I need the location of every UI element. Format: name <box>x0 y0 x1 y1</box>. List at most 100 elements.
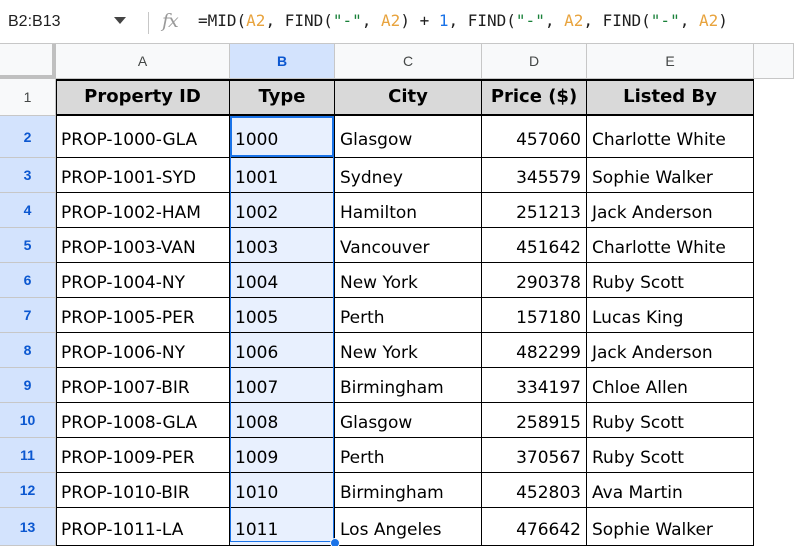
cell-property-id[interactable]: PROP-1008-GLA <box>56 403 230 438</box>
cell-type[interactable]: 1009 <box>230 438 335 473</box>
formula-token: A2 <box>698 11 719 30</box>
formula-token: "-" <box>332 11 362 30</box>
cell-property-id[interactable]: PROP-1003-VAN <box>56 228 230 263</box>
formula-bar: B2:B13 fx =MID(A2, FIND("-", A2) + 1, FI… <box>0 0 794 44</box>
cell-property-id[interactable]: PROP-1007-BIR <box>56 368 230 403</box>
cell-type[interactable]: 1011 <box>230 508 335 546</box>
cell-property-id[interactable]: PROP-1000-GLA <box>56 116 230 158</box>
column-header-e[interactable]: E <box>587 44 754 79</box>
row-header-7[interactable]: 7 <box>0 298 56 333</box>
cell-city[interactable]: Perth <box>335 438 482 473</box>
cell-price[interactable]: 290378 <box>482 263 587 298</box>
cell-type[interactable]: 1005 <box>230 298 335 333</box>
cell-type[interactable]: 1004 <box>230 263 335 298</box>
cell-type[interactable]: 1008 <box>230 403 335 438</box>
header-cell-type[interactable]: Type <box>230 79 335 116</box>
cell-price[interactable]: 258915 <box>482 403 587 438</box>
cell-price[interactable]: 457060 <box>482 116 587 158</box>
cell-property-id[interactable]: PROP-1009-PER <box>56 438 230 473</box>
column-header-b[interactable]: B <box>230 44 335 79</box>
cell-type[interactable]: 1001 <box>230 158 335 193</box>
row-header-2[interactable]: 2 <box>0 116 56 158</box>
row-header-8[interactable]: 8 <box>0 333 56 368</box>
column-header-c[interactable]: C <box>335 44 482 79</box>
formula-input[interactable]: =MID(A2, FIND("-", A2) + 1, FIND("-", A2… <box>198 11 794 30</box>
cell-listed-by[interactable]: Sophie Walker <box>587 508 754 546</box>
cell-city[interactable]: Birmingham <box>335 473 482 508</box>
column-header-overflow <box>754 44 794 79</box>
row-header-12[interactable]: 12 <box>0 473 56 508</box>
cell-type[interactable]: 1003 <box>230 228 335 263</box>
formula-token: A2 <box>381 11 401 30</box>
cell-city[interactable]: Glasgow <box>335 403 482 438</box>
row-header-13[interactable]: 13 <box>0 508 56 546</box>
header-cell-price[interactable]: Price ($) <box>482 79 587 116</box>
formula-token: A2 <box>246 11 266 30</box>
cell-city[interactable]: Birmingham <box>335 368 482 403</box>
cell-property-id[interactable]: PROP-1011-LA <box>56 508 230 546</box>
cell-city[interactable]: Perth <box>335 298 482 333</box>
cell-price[interactable]: 451642 <box>482 228 587 263</box>
cell-price[interactable]: 157180 <box>482 298 587 333</box>
cell-type[interactable]: 1007 <box>230 368 335 403</box>
cell-property-id[interactable]: PROP-1002-HAM <box>56 193 230 228</box>
cell-price[interactable]: 476642 <box>482 508 587 546</box>
cell-city[interactable]: Vancouver <box>335 228 482 263</box>
cell-city[interactable]: Hamilton <box>335 193 482 228</box>
row-header-4[interactable]: 4 <box>0 193 56 228</box>
cell-property-id[interactable]: PROP-1001-SYD <box>56 158 230 193</box>
cell-city[interactable]: New York <box>335 263 482 298</box>
column-header-d[interactable]: D <box>482 44 587 79</box>
row-header-11[interactable]: 11 <box>0 438 56 473</box>
formula-token: ) <box>718 11 728 30</box>
row-header-9[interactable]: 9 <box>0 368 56 403</box>
header-cell-listed-by[interactable]: Listed By <box>587 79 754 116</box>
cell-city[interactable]: New York <box>335 333 482 368</box>
cell-type[interactable]: 1000 <box>230 116 335 158</box>
row-header-5[interactable]: 5 <box>0 228 56 263</box>
cell-listed-by[interactable]: Ruby Scott <box>587 263 754 298</box>
cell-listed-by[interactable]: Sophie Walker <box>587 158 754 193</box>
row-header-3[interactable]: 3 <box>0 158 56 193</box>
cell-city[interactable]: Glasgow <box>335 116 482 158</box>
cell-type[interactable]: 1002 <box>230 193 335 228</box>
cell-price[interactable]: 251213 <box>482 193 587 228</box>
cell-price[interactable]: 452803 <box>482 473 587 508</box>
row-header-10[interactable]: 10 <box>0 403 56 438</box>
cell-price[interactable]: 370567 <box>482 438 587 473</box>
header-cell-city[interactable]: City <box>335 79 482 116</box>
cell-type[interactable]: 1006 <box>230 333 335 368</box>
formula-token: ) + <box>400 11 439 30</box>
cell-price[interactable]: 482299 <box>482 333 587 368</box>
cell-property-id[interactable]: PROP-1006-NY <box>56 333 230 368</box>
cell-type[interactable]: 1010 <box>230 473 335 508</box>
cell-price[interactable]: 345579 <box>482 158 587 193</box>
formula-token: =MID( <box>198 11 247 30</box>
cell-listed-by[interactable]: Jack Anderson <box>587 333 754 368</box>
cell-listed-by[interactable]: Charlotte White <box>587 116 754 158</box>
cell-listed-by[interactable]: Ruby Scott <box>587 438 754 473</box>
column-header-a[interactable]: A <box>56 44 230 79</box>
formula-token: "-" <box>650 11 680 30</box>
name-box-dropdown-icon[interactable] <box>114 17 126 24</box>
formula-token: A2 <box>564 11 584 30</box>
row-header-6[interactable]: 6 <box>0 263 56 298</box>
cell-property-id[interactable]: PROP-1004-NY <box>56 263 230 298</box>
cell-city[interactable]: Los Angeles <box>335 508 482 546</box>
cell-listed-by[interactable]: Chloe Allen <box>587 368 754 403</box>
cell-listed-by[interactable]: Jack Anderson <box>587 193 754 228</box>
select-all-corner[interactable] <box>0 44 56 79</box>
row-header-1[interactable]: 1 <box>0 79 56 116</box>
formula-token: "-" <box>515 11 545 30</box>
cell-listed-by[interactable]: Ava Martin <box>587 473 754 508</box>
cell-listed-by[interactable]: Ruby Scott <box>587 403 754 438</box>
cell-listed-by[interactable]: Lucas King <box>587 298 754 333</box>
cell-city[interactable]: Sydney <box>335 158 482 193</box>
cell-listed-by[interactable]: Charlotte White <box>587 228 754 263</box>
cell-property-id[interactable]: PROP-1005-PER <box>56 298 230 333</box>
fill-handle[interactable] <box>330 538 340 546</box>
formula-token: , <box>361 11 382 30</box>
header-cell-property-id[interactable]: Property ID <box>56 79 230 116</box>
cell-property-id[interactable]: PROP-1010-BIR <box>56 473 230 508</box>
cell-price[interactable]: 334197 <box>482 368 587 403</box>
